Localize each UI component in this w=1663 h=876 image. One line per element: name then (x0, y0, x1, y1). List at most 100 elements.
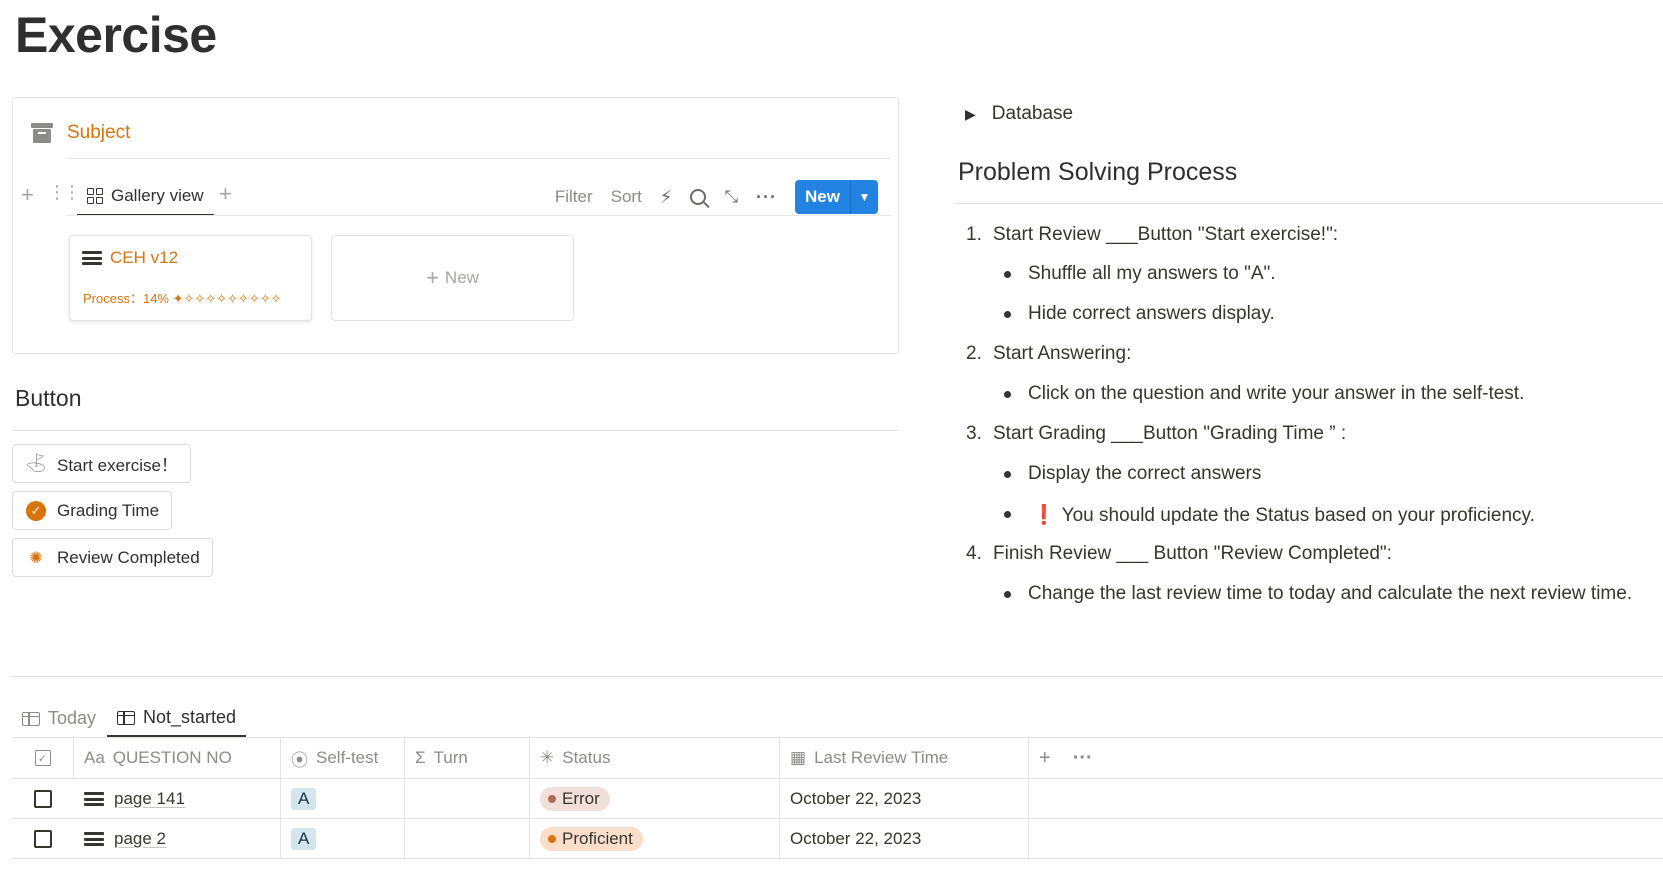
row-checkbox[interactable] (12, 779, 74, 819)
question-cell[interactable]: page 2 (74, 819, 281, 859)
bullet-icon (1004, 591, 1011, 598)
divider (956, 203, 1663, 204)
bullet-item: Shuffle all my answers to "A". (1028, 263, 1276, 284)
bullet-item: Hide correct answers display. (1028, 303, 1275, 324)
divider (67, 158, 891, 159)
filter-button[interactable]: Filter (555, 187, 593, 207)
card-progress: Process：14% ✦✧✧✧✧✧✧✧✧✧ (83, 291, 282, 306)
status-type-icon: ✳︎ (540, 748, 555, 767)
toggle-label: Database (991, 103, 1074, 124)
table-header: ✓ Aa QUESTION NO ⦿ Self-test Σ Turn ✳︎ S… (12, 737, 1663, 779)
check-circle-icon: ✓ (25, 500, 47, 522)
new-button[interactable]: New ▼ (795, 180, 878, 214)
button-label: Start exercise！ (57, 456, 178, 475)
calendar-icon: ▦ (790, 748, 807, 767)
list-number: 2. (966, 343, 982, 364)
new-card-button[interactable]: + New (331, 235, 574, 321)
bullet-icon (1004, 471, 1011, 478)
divider (12, 430, 899, 431)
question-cell[interactable]: page 141 (74, 779, 281, 819)
chevron-down-icon[interactable]: ▼ (850, 180, 878, 214)
more-options-icon[interactable]: ··· (756, 187, 777, 208)
column-label: Last Review Time (814, 748, 949, 767)
status-badge: Error (540, 787, 610, 811)
flag-icon: ⛳︎ (24, 453, 48, 473)
list-item: Start Review ___Button "Start exercise!"… (993, 224, 1339, 245)
divider (67, 215, 891, 216)
self-test-cell[interactable]: A (281, 819, 405, 859)
status-label: Error (562, 789, 600, 808)
row-checkbox[interactable] (12, 819, 74, 859)
column-label: Status (562, 748, 611, 767)
add-column-icon[interactable]: + (1039, 747, 1051, 770)
column-actions: + ··· (1029, 737, 1119, 779)
list-number: 4. (966, 543, 982, 564)
tab-not-started[interactable]: Not_started (107, 700, 247, 737)
status-badge: Proficient (540, 827, 643, 851)
search-icon[interactable] (690, 189, 707, 205)
automation-icon[interactable]: ⚡︎ (660, 187, 673, 208)
bullet-text: You should update the Status based on yo… (1061, 505, 1535, 526)
bullet-icon (1004, 391, 1011, 398)
question-title: page 141 (114, 789, 185, 808)
page-list-icon (82, 251, 102, 265)
start-exercise-button[interactable]: ⛳︎ Start exercise！ (12, 444, 191, 483)
bullet-icon (1004, 311, 1011, 318)
drag-handle-icon[interactable]: ⋮⋮ (48, 182, 81, 203)
status-dot (548, 835, 556, 843)
database-toggle[interactable]: ▶ Database (965, 103, 1073, 125)
table-row[interactable]: page 141 A Error October 22, 2023 (12, 779, 1663, 819)
self-test-tag: A (291, 828, 317, 850)
turn-cell[interactable] (405, 779, 530, 819)
self-test-tag: A (291, 788, 317, 810)
add-block-icon[interactable]: + (21, 182, 34, 208)
column-turn[interactable]: Σ Turn (405, 737, 530, 779)
table-icon (117, 710, 135, 725)
list-item: Finish Review ___ Button "Review Complet… (993, 543, 1392, 564)
bullet-item: Change the last review time to today and… (1028, 583, 1633, 604)
tab-today[interactable]: Today (12, 700, 106, 737)
divider (12, 676, 1663, 677)
database-header: Subject (31, 122, 130, 144)
self-test-cell[interactable]: A (281, 779, 405, 819)
page-list-icon (84, 792, 104, 806)
text-type-icon: Aa (84, 748, 105, 767)
subject-database: Subject + ⋮⋮ Gallery view + Filter Sort … (12, 97, 899, 354)
column-self-test[interactable]: ⦿ Self-test (281, 737, 405, 779)
column-label: Self-test (316, 748, 379, 767)
turn-cell[interactable] (405, 819, 530, 859)
plus-icon: + (426, 265, 439, 290)
column-question-no[interactable]: Aa QUESTION NO (74, 737, 281, 779)
status-cell[interactable]: Error (530, 779, 780, 819)
column-status[interactable]: ✳︎ Status (530, 737, 780, 779)
tab-gallery-view[interactable]: Gallery view (77, 178, 214, 216)
database-title[interactable]: Subject (67, 122, 130, 144)
table-row[interactable]: page 2 A Proficient October 22, 2023 (12, 819, 1663, 859)
review-completed-button[interactable]: ✺ Review Completed (12, 538, 213, 577)
grading-time-button[interactable]: ✓ Grading Time (12, 491, 173, 530)
expand-icon[interactable]: ⤡ (724, 187, 738, 207)
question-title: page 2 (114, 829, 166, 848)
add-view-icon[interactable]: + (219, 181, 232, 207)
new-card-label: New (444, 268, 479, 287)
button-label: Grading Time (57, 500, 160, 520)
last-review-cell[interactable]: October 22, 2023 (780, 819, 1029, 859)
button-heading: Button (15, 385, 82, 411)
list-number: 3. (966, 423, 982, 444)
gallery-card[interactable]: CEH v12 Process：14% ✦✧✧✧✧✧✧✧✧✧ (69, 235, 312, 321)
archive-icon (31, 122, 53, 144)
exclamation-icon: ❗ (1032, 505, 1056, 526)
status-label: Proficient (562, 829, 633, 848)
last-review-cell[interactable]: October 22, 2023 (780, 779, 1029, 819)
more-options-icon[interactable]: ··· (1073, 747, 1093, 770)
column-label: Turn (433, 748, 468, 767)
sort-button[interactable]: Sort (611, 187, 642, 207)
column-last-review-time[interactable]: ▦ Last Review Time (780, 737, 1029, 779)
card-title: CEH v12 (82, 248, 178, 268)
tab-label: Today (48, 708, 97, 728)
triangle-right-icon: ▶ (965, 105, 976, 122)
card-title-text: CEH v12 (110, 248, 179, 267)
select-all-checkbox[interactable]: ✓ (12, 737, 74, 779)
status-cell[interactable]: Proficient (530, 819, 780, 859)
bullet-item-warning: ❗ You should update the Status based on y… (1028, 503, 1535, 527)
